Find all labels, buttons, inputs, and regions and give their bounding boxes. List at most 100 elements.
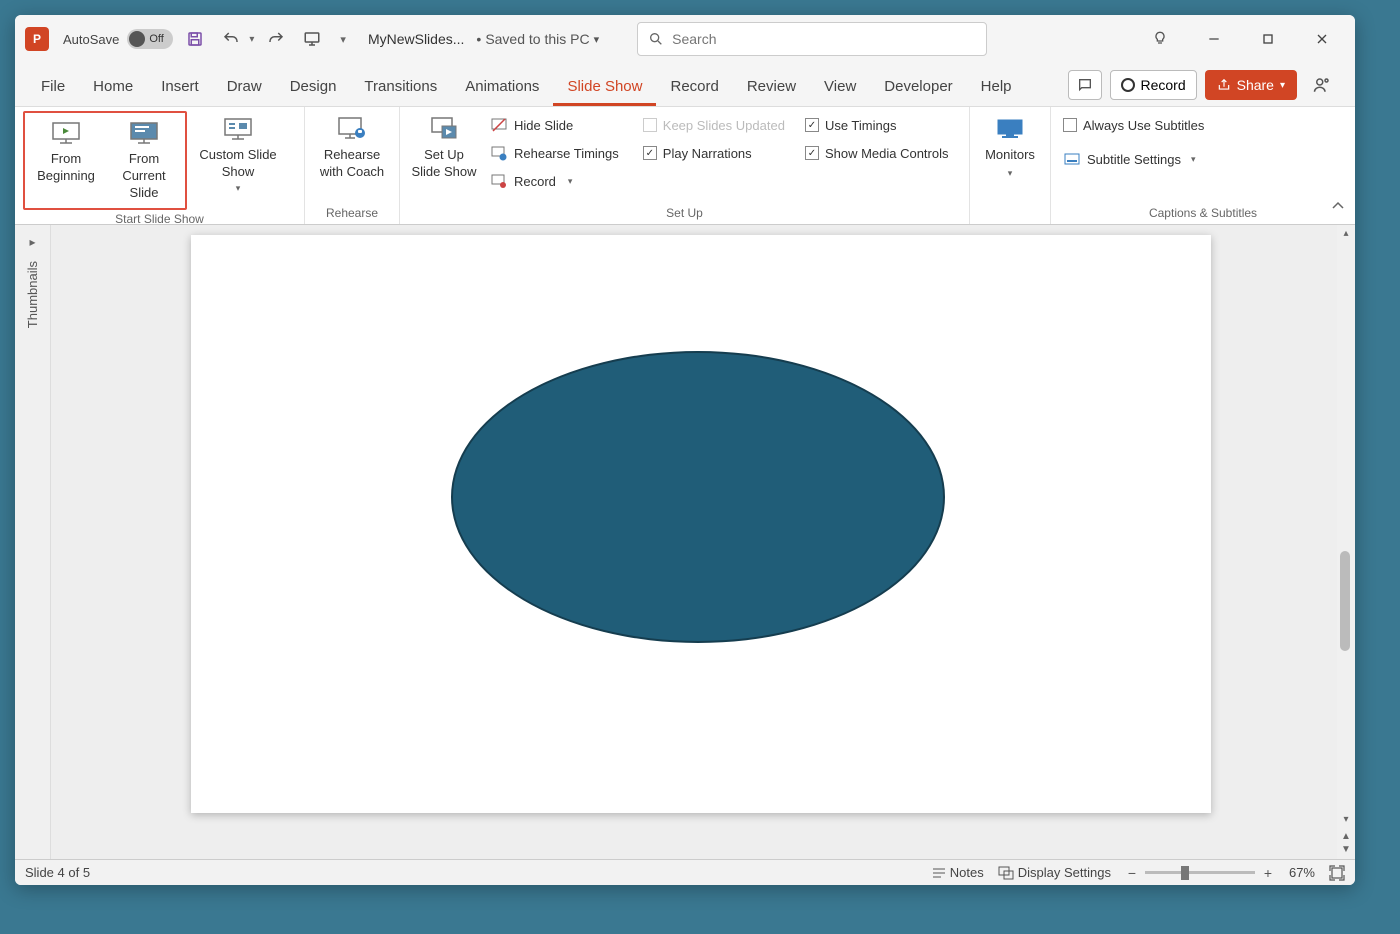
custom-slide-show-button[interactable]: Custom Slide Show ▾ [193,111,283,198]
autosave-toggle[interactable]: Off [127,29,173,49]
prev-slide-nav[interactable]: ▲ [1341,831,1351,842]
always-use-subtitles-checkbox[interactable]: Always Use Subtitles [1059,111,1208,139]
oval-shape[interactable] [451,351,945,643]
zoom-slider: − + [1125,865,1275,881]
scroll-thumb[interactable] [1340,551,1350,651]
tab-animations[interactable]: Animations [451,70,553,106]
tab-view[interactable]: View [810,70,870,106]
toggle-knob [129,31,145,47]
search-box[interactable] [637,22,987,56]
powerpoint-icon: P [25,27,49,51]
collapse-ribbon-button[interactable] [1331,199,1345,218]
tab-insert[interactable]: Insert [147,70,213,106]
scroll-track[interactable] [1337,241,1355,811]
notes-button[interactable]: Notes [932,865,984,880]
fit-icon [1329,865,1345,881]
rehearse-with-coach-button[interactable]: Rehearse with Coach [313,111,391,185]
group-monitors: Monitors ▾ [970,107,1051,224]
fit-to-window-button[interactable] [1329,865,1345,881]
slide-counter[interactable]: Slide 4 of 5 [25,865,90,880]
autosave-label: AutoSave [63,32,119,47]
ribbon-tabs: File Home Insert Draw Design Transitions… [15,63,1355,107]
from-beginning-button[interactable]: From Beginning [27,115,105,206]
minimize-button[interactable] [1191,22,1237,56]
notes-icon [932,866,946,880]
editor-area: ▸ Thumbnails ▴ ▾ ▲ ▼ [15,225,1355,859]
tab-help[interactable]: Help [967,70,1026,106]
record-button[interactable]: Record [1110,70,1196,100]
hide-slide-button[interactable]: Hide Slide [486,111,623,139]
ribbon: From Beginning From Current Slide Custom… [15,107,1355,225]
share-button[interactable]: Share ▾ [1205,70,1297,100]
setup-slide-show-button[interactable]: Set Up Slide Show [408,111,480,185]
from-current-slide-button[interactable]: From Current Slide [105,115,183,206]
rehearse-timings-icon [491,145,507,161]
tab-slide-show[interactable]: Slide Show [553,70,656,106]
expand-thumbnails-button[interactable]: ▸ [29,235,35,249]
status-bar: Slide 4 of 5 Notes Display Settings − + … [15,859,1355,885]
redo-button[interactable] [262,25,290,53]
saved-status[interactable]: • Saved to this PC ▾ [476,31,599,47]
maximize-button[interactable] [1245,22,1291,56]
filename[interactable]: MyNewSlides... [368,31,464,47]
group-captions: Always Use Subtitles Subtitle Settings ▾… [1051,107,1355,224]
show-media-controls-checkbox[interactable]: Show Media Controls [801,139,953,167]
record-dropdown-button[interactable]: Record ▾ [486,167,623,195]
chevron-down-icon: ▾ [568,176,573,187]
title-bar: P AutoSave Off ▾ ▾ MyNewSlides... • Save… [15,15,1355,63]
record-icon [491,173,507,189]
group-rehearse: Rehearse with Coach Rehearse [305,107,400,224]
group-label: Set Up [408,204,961,224]
tab-developer[interactable]: Developer [870,70,966,106]
rehearse-timings-button[interactable]: Rehearse Timings [486,139,623,167]
display-settings-button[interactable]: Display Settings [998,865,1111,880]
comments-button[interactable] [1068,70,1102,100]
zoom-percent[interactable]: 67% [1289,865,1315,880]
present-play-icon [51,121,81,145]
thumbnails-panel-collapsed: ▸ Thumbnails [15,225,51,859]
close-button[interactable] [1299,22,1345,56]
setup-icon [430,116,458,142]
play-narrations-checkbox[interactable]: Play Narrations [639,139,789,167]
group-setup: Set Up Slide Show Hide Slide Rehearse Ti… [400,107,970,224]
keep-slides-updated-checkbox[interactable]: Keep Slides Updated [639,111,789,139]
account-button[interactable] [1305,70,1339,100]
tab-record[interactable]: Record [656,70,732,106]
use-timings-checkbox[interactable]: Use Timings [801,111,953,139]
zoom-in-button[interactable]: + [1261,865,1275,881]
tab-review[interactable]: Review [733,70,810,106]
monitor-icon [996,118,1024,140]
tab-transitions[interactable]: Transitions [350,70,451,106]
next-slide-nav[interactable]: ▼ [1341,844,1351,855]
present-from-start-button[interactable] [298,25,326,53]
hide-slide-icon [491,117,507,133]
app-window: P AutoSave Off ▾ ▾ MyNewSlides... • Save… [15,15,1355,885]
tab-home[interactable]: Home [79,70,147,106]
subtitle-settings-icon [1064,151,1080,167]
qat-customize[interactable]: ▾ [340,33,346,46]
autosave-state: Off [149,33,163,45]
tab-file[interactable]: File [27,70,79,106]
undo-button[interactable] [217,25,245,53]
group-start-slide-show: From Beginning From Current Slide Custom… [15,107,305,224]
share-icon [1217,78,1231,92]
vertical-scrollbar[interactable]: ▴ ▾ ▲ ▼ [1337,225,1355,859]
group-label [978,204,1042,224]
zoom-thumb[interactable] [1181,866,1189,880]
tab-draw[interactable]: Draw [213,70,276,106]
undo-dropdown[interactable]: ▾ [249,34,254,45]
highlighted-region: From Beginning From Current Slide [23,111,187,210]
slide-canvas-area[interactable] [51,225,1337,859]
thumbnails-label: Thumbnails [25,261,40,328]
search-input[interactable] [672,31,976,47]
tab-design[interactable]: Design [276,70,351,106]
scroll-up-arrow[interactable]: ▴ [1337,225,1355,241]
scroll-down-arrow[interactable]: ▾ [1337,811,1355,827]
save-button[interactable] [181,25,209,53]
help-lightbulb-icon[interactable] [1137,22,1183,56]
slide[interactable] [191,235,1211,813]
monitors-button[interactable]: Monitors ▾ [978,111,1042,184]
zoom-out-button[interactable]: − [1125,865,1139,881]
zoom-track[interactable] [1145,871,1255,874]
subtitle-settings-button[interactable]: Subtitle Settings ▾ [1059,145,1199,173]
